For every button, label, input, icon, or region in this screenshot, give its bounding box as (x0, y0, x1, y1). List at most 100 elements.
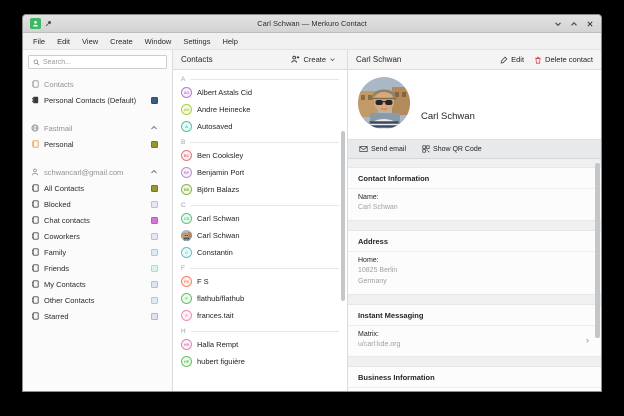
section-title: Instant Messaging (348, 305, 601, 326)
sidebar-item-fastmail-personal[interactable]: Personal (23, 136, 172, 152)
sidebar-item-label: Starred (44, 312, 69, 321)
chevron-up-icon[interactable] (150, 168, 158, 176)
sidebar-item-all-contacts[interactable]: All Contacts (23, 180, 172, 196)
list-item[interactable]: HF hubert figuière (173, 353, 347, 370)
list-item[interactable]: BC Ben Cooksley (173, 147, 347, 164)
avatar: F (181, 293, 192, 304)
collection-checkbox[interactable] (151, 141, 158, 148)
address-book-icon (31, 248, 39, 256)
minimize-icon[interactable] (554, 20, 562, 28)
sidebar-item-personal-contacts-default[interactable]: Personal Contacts (Default) (23, 92, 172, 108)
chevron-up-icon[interactable] (150, 124, 158, 132)
chevron-right-icon: › (586, 336, 591, 345)
sidebar: Contacts Personal Contacts (Default) Fas… (23, 50, 173, 391)
sidebar-item-my-contacts[interactable]: My Contacts (23, 276, 172, 292)
sidebar-item-blocked[interactable]: Blocked (23, 196, 172, 212)
collection-checkbox[interactable] (151, 281, 158, 288)
menu-settings[interactable]: Settings (177, 35, 216, 48)
collection-checkbox[interactable] (151, 185, 158, 192)
contact-name: Benjamin Port (197, 168, 244, 177)
sidebar-item-coworkers[interactable]: Coworkers (23, 228, 172, 244)
detail-scrollbar[interactable] (595, 163, 600, 338)
titlebar[interactable]: Carl Schwan — Merkuro Contact (23, 15, 601, 33)
list-item[interactable]: BB Björn Balazs (173, 181, 347, 198)
menu-view[interactable]: View (76, 35, 104, 48)
sidebar-item-label: Friends (44, 264, 69, 273)
menu-edit[interactable]: Edit (51, 35, 76, 48)
collection-checkbox[interactable] (151, 217, 158, 224)
contact-name: frances.tait (197, 311, 234, 320)
list-item[interactable]: Carl Schwan (173, 227, 347, 244)
show-qr-code-button[interactable]: Show QR Code (417, 142, 487, 156)
contact-detail-panel: Carl Schwan Edit Delete contact (348, 50, 601, 391)
section-letter: H (173, 324, 347, 336)
sidebar-item-chat-contacts[interactable]: Chat contacts (23, 212, 172, 228)
field-name: Name: Carl Schwan (348, 189, 601, 220)
list-item[interactable]: AC Albert Astals Cid (173, 84, 347, 101)
globe-icon (31, 124, 39, 132)
field-value: 10825 Berlin (358, 266, 397, 277)
sidebar-header-gmail-account[interactable]: schwancarl@gmail.com (23, 164, 172, 180)
sidebar-header-fastmail[interactable]: Fastmail (23, 120, 172, 136)
send-email-label: Send email (371, 146, 406, 153)
create-button[interactable]: Create (288, 53, 339, 66)
contact-photo[interactable] (358, 77, 410, 129)
menubar: File Edit View Create Window Settings He… (23, 33, 601, 50)
section-business-information: Business Information Organization: G10 C… (348, 366, 601, 391)
sidebar-item-starred[interactable]: Starred (23, 308, 172, 324)
sidebar-item-label: Family (44, 248, 66, 257)
field-matrix[interactable]: Matrix: u/carl:kde.org › (348, 326, 601, 357)
maximize-icon[interactable] (570, 20, 578, 28)
search-box[interactable] (28, 55, 167, 69)
collection-checkbox[interactable] (151, 233, 158, 240)
address-book-icon (31, 216, 39, 224)
delete-contact-button[interactable]: Delete contact (534, 55, 593, 64)
contact-name: F S (197, 277, 209, 286)
menu-file[interactable]: File (27, 35, 51, 48)
collection-checkbox[interactable] (151, 297, 158, 304)
close-icon[interactable] (586, 20, 594, 28)
list-item[interactable]: F frances.tait (173, 307, 347, 324)
field-value: u/carl:kde.org (358, 340, 400, 351)
person-icon (31, 168, 39, 176)
address-book-icon (31, 80, 39, 88)
edit-button[interactable]: Edit (500, 55, 524, 64)
search-input[interactable] (43, 59, 162, 66)
collection-checkbox[interactable] (151, 97, 158, 104)
list-item[interactable]: AH Andre Heinecke (173, 101, 347, 118)
contact-name: Autosaved (197, 122, 232, 131)
sidebar-item-label: Personal Contacts (Default) (44, 96, 136, 105)
collection-checkbox[interactable] (151, 265, 158, 272)
list-item[interactable]: HR Halla Rempt (173, 336, 347, 353)
send-email-button[interactable]: Send email (354, 142, 411, 156)
collection-checkbox[interactable] (151, 201, 158, 208)
contact-name: Carl Schwan (197, 214, 240, 223)
list-item[interactable]: C Constantin (173, 244, 347, 261)
create-button-label: Create (303, 55, 326, 64)
menu-create[interactable]: Create (104, 35, 139, 48)
sidebar-item-family[interactable]: Family (23, 244, 172, 260)
sidebar-item-friends[interactable]: Friends (23, 260, 172, 276)
list-item[interactable]: CS Carl Schwan (173, 210, 347, 227)
collection-checkbox[interactable] (151, 249, 158, 256)
detail-header: Carl Schwan Edit Delete contact (348, 50, 601, 70)
contact-name: flathub/flathub (197, 294, 244, 303)
sidebar-header-label: Contacts (44, 80, 74, 89)
sidebar-item-other-contacts[interactable]: Other Contacts (23, 292, 172, 308)
section-letter: C (173, 198, 347, 210)
field-label: Home: (358, 257, 397, 264)
list-item[interactable]: A Autosaved (173, 118, 347, 135)
menu-help[interactable]: Help (216, 35, 243, 48)
collection-checkbox[interactable] (151, 313, 158, 320)
envelope-icon (359, 145, 368, 153)
pencil-icon (500, 56, 508, 64)
delete-button-label: Delete contact (545, 55, 593, 64)
menu-window[interactable]: Window (139, 35, 178, 48)
qr-code-icon (422, 145, 430, 153)
list-item[interactable]: F flathub/flathub (173, 290, 347, 307)
list-item[interactable]: FS F S (173, 273, 347, 290)
window-title: Carl Schwan — Merkuro Contact (23, 19, 601, 28)
list-item[interactable]: BP Benjamin Port (173, 164, 347, 181)
list-scrollbar[interactable] (341, 131, 345, 301)
avatar: AC (181, 87, 192, 98)
